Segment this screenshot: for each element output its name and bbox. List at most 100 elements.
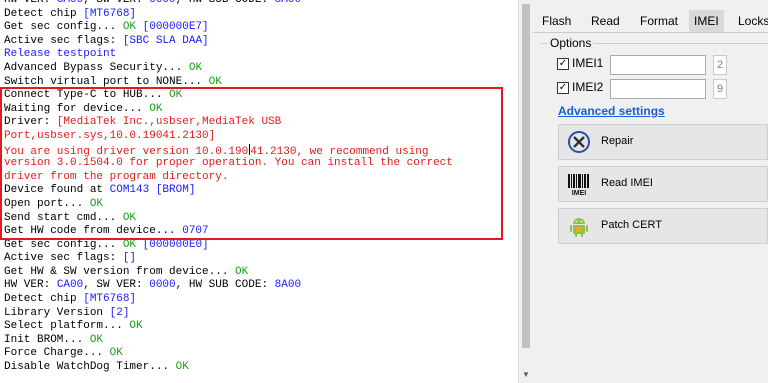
log-segment: OK [109,347,123,360]
imei2-checkbox[interactable]: ✓ [557,82,569,94]
log-segment: Get sec config... [4,21,123,34]
barcode-icon: IMEI [568,174,589,196]
imei2-label: IMEI2 [572,80,604,94]
log-segment: CA00 [56,0,84,6]
imei1-checkbox[interactable]: ✓ [557,58,569,70]
log-scrollbar[interactable]: ▼ [518,0,533,383]
patch-cert-label: Patch CERT [601,219,662,231]
log-segment: Get HW & SW version from device... [4,265,236,278]
log-segment: version 3.0.1504.0 for proper operation.… [4,157,453,170]
log-segment: Init BROM... [4,333,90,346]
log-line: Waiting for device... OK [4,103,453,117]
log-segment: Waiting for device... [4,102,150,115]
log-segment: Library Version [4,306,110,319]
scroll-down-icon[interactable]: ▼ [522,370,530,379]
log-segment: OK [129,320,143,333]
log-segment: driver from the program directory. [4,170,229,183]
imei1-input[interactable] [610,55,706,75]
log-segment: OK [122,238,137,251]
tab-imei[interactable]: IMEI [689,10,724,32]
android-icon [570,218,588,237]
read-imei-label: Read IMEI [601,177,653,189]
imei1-label: IMEI1 [572,56,604,70]
log-line: Force Charge... OK [4,347,453,361]
log-segment: OK [122,211,137,224]
advanced-settings-link[interactable]: Advanced settings [558,104,665,118]
log-segment: COM143 [109,184,150,197]
log-segment: [] [122,252,137,265]
log-line: Get HW & SW version from device... OK [4,266,453,280]
log-segment: OK [169,89,183,102]
log-line: Device found at COM143 [BROM] [4,184,453,198]
log-segment: Device found at [4,184,110,197]
log-segment: Active sec flags: [4,34,123,47]
log-segment: OK [175,361,189,374]
log-line: Get sec config... OK [000000E7] [4,21,453,35]
tab-locks[interactable]: Locks [738,10,768,32]
log-line: Open port... OK [4,198,453,212]
log-segment: HW VER: [4,279,57,292]
log-segment: Driver: [4,116,57,129]
log-segment: Connect Type-C to HUB... [4,89,170,102]
log-line: Get HW code from device... 0707 [4,225,453,239]
log-line: Detect chip [MT6768] [4,8,453,22]
log-segment: [000000E0] [136,238,209,251]
log-line: Port,usbser.sys,10.0.19041.2130] [4,130,453,144]
scrollbar-thumb[interactable] [522,4,530,348]
right-panel: Flash Read Format IMEI Locks Options ✓ I… [533,0,768,383]
log-segment: Get HW code from device... [4,225,183,238]
read-imei-button[interactable]: IMEI Read IMEI [558,166,768,202]
log-segment: OK [208,75,222,88]
log-segment: You are using driver version 10.0.190 [4,145,249,158]
log-segment: 0000 [149,279,176,292]
imei2-input[interactable] [610,79,706,99]
tab-format[interactable]: Format [640,10,678,32]
repair-button[interactable]: Repair [558,124,768,160]
log-segment: [MT6768] [83,293,137,306]
log-line: Driver: [MediaTek Inc.,usbser,MediaTek U… [4,116,453,130]
tab-bar: Flash Read Format IMEI Locks [533,10,768,32]
log-line: You are using driver version 10.0.190 41.… [4,143,453,158]
log-segment: , HW SUB CODE: [175,279,275,292]
log-line: Release testpoint [4,48,453,62]
log-segment: OK [149,102,163,115]
log-line: Active sec flags: [SBC SLA DAA] [4,35,453,49]
repair-icon [568,131,590,153]
log-segment: OK [235,265,249,278]
repair-label: Repair [601,135,634,147]
log-segment: 8A00 [274,0,302,6]
log-line: Switch virtual port to NONE... OK [4,76,453,90]
tab-flash[interactable]: Flash [542,10,571,32]
log-segment: OK [89,197,104,210]
log-segment: Port,usbser.sys,10.0.19041.2130] [4,129,216,142]
log-segment: HW VER: [4,0,57,6]
log-segment: , HW SUB CODE: [175,0,275,6]
imei2-row: ✓ IMEI2 9 [557,79,768,101]
log-line: version 3.0.1504.0 for proper operation.… [4,157,453,171]
log-segment: Disable WatchDog Timer... [4,361,176,374]
log-segment: 8A00 [274,279,302,292]
svg-text:IMEI: IMEI [572,190,586,196]
log-line: Select platform... OK [4,320,453,334]
log-segment: OK [188,61,203,74]
log-segment: , SW VER: [83,279,150,292]
log-segment: Force Charge... [4,347,110,360]
log-segment: 0707 [182,225,209,238]
tab-read[interactable]: Read [591,10,620,32]
log-lines: HW VER: CA00, SW VER: 0000, HW SUB CODE:… [4,0,453,375]
log-line: Disable WatchDog Timer... OK [4,361,453,375]
imei1-row: ✓ IMEI1 2 [557,55,768,77]
log-line: driver from the program directory. [4,171,453,185]
imei2-count: 9 [713,79,727,99]
tabs-divider [533,32,768,33]
log-segment: [2] [109,306,130,319]
log-line: Connect Type-C to HUB... OK [4,89,453,103]
log-line: HW VER: CA00, SW VER: 0000, HW SUB CODE:… [4,0,453,8]
log-segment: Open port... [4,197,90,210]
log-segment: Advanced Bypass Security... [4,61,189,74]
log-segment: [SBC SLA DAA] [122,34,209,47]
log-output[interactable]: HW VER: CA00, SW VER: 0000, HW SUB CODE:… [0,0,518,383]
log-segment: Switch virtual port to NONE... [4,75,209,88]
log-segment: 41.2130, we recommend using [250,145,429,158]
patch-cert-button[interactable]: Patch CERT [558,208,768,244]
